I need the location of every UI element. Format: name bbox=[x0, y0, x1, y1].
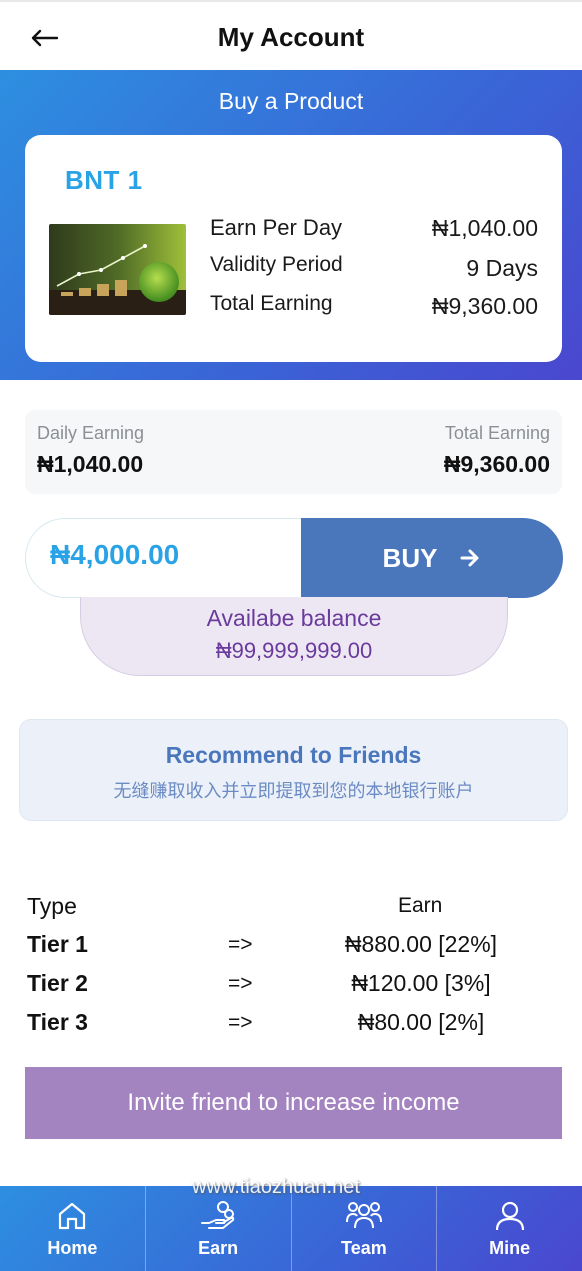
invite-friend-button[interactable]: Invite friend to increase income bbox=[25, 1067, 562, 1139]
nav-item-mine[interactable]: Mine bbox=[437, 1186, 582, 1271]
earn-per-day-label: Earn Per Day bbox=[210, 215, 343, 240]
tier-3-earn: ₦80.00 [2%] bbox=[357, 1009, 485, 1035]
page-title: My Account bbox=[217, 22, 365, 52]
nav-label-home: Home bbox=[47, 1238, 98, 1258]
earn-header: Earn bbox=[398, 894, 443, 917]
arrow-right-icon bbox=[460, 549, 479, 567]
tier-3-name: Tier 3 bbox=[27, 1009, 88, 1035]
hand-coins-icon bbox=[199, 1198, 237, 1234]
product-banner: Buy a Product BNT 1 Earn Per Day ₦1,040.… bbox=[0, 70, 582, 380]
tier-2-name: Tier 2 bbox=[27, 970, 88, 996]
product-name: BNT 1 bbox=[65, 165, 143, 195]
total-earning-summary-value: ₦9,360.00 bbox=[443, 451, 550, 477]
product-image bbox=[49, 224, 186, 315]
recommend-to-friends: Recommend to Friends 无缝赚取收入并立即提取到您的本地银行账… bbox=[19, 719, 568, 821]
buy-button-label: BUY bbox=[382, 542, 438, 573]
balance-value: ₦99,999,999.00 bbox=[215, 638, 373, 663]
app-header: My Account bbox=[0, 0, 582, 70]
total-earning-value: ₦9,360.00 bbox=[431, 293, 538, 319]
team-icon bbox=[345, 1198, 383, 1234]
validity-period-label: Validity Period bbox=[210, 253, 343, 276]
price-amount: ₦4,000.00 bbox=[50, 539, 180, 570]
growth-plant-icon bbox=[49, 224, 186, 315]
tier-2-earn: ₦120.00 [3%] bbox=[351, 970, 491, 996]
total-earning-label: Total Earning bbox=[210, 292, 333, 315]
tier-2-arrow: => bbox=[228, 972, 253, 995]
total-earning-summary-label: Total Earning bbox=[444, 423, 550, 443]
watermark: www.tiaozhuan.net bbox=[192, 1176, 360, 1198]
banner-title: Buy a Product bbox=[218, 88, 364, 114]
type-header: Type bbox=[27, 893, 77, 919]
tier-1-arrow: => bbox=[228, 933, 253, 956]
nav-item-home[interactable]: Home bbox=[0, 1186, 146, 1271]
tier-1-earn: ₦880.00 [22%] bbox=[344, 931, 498, 957]
product-card: BNT 1 Earn Per Day ₦1,040.00 Validity Pe… bbox=[25, 135, 562, 362]
tier-1-name: Tier 1 bbox=[27, 931, 88, 957]
recommend-title: Recommend to Friends bbox=[165, 742, 422, 768]
daily-earning-value: ₦1,040.00 bbox=[37, 451, 144, 477]
buy-button[interactable]: BUY bbox=[301, 518, 563, 598]
earn-per-day-value: ₦1,040.00 bbox=[431, 215, 538, 241]
tier-3-arrow: => bbox=[228, 1011, 253, 1034]
user-icon bbox=[493, 1198, 527, 1234]
buy-bar: ₦4,000.00 BUY bbox=[25, 518, 563, 598]
available-balance: Availabe balance ₦99,999,999.00 bbox=[80, 597, 508, 676]
balance-label: Availabe balance bbox=[206, 605, 382, 631]
home-icon bbox=[55, 1198, 89, 1234]
nav-label-earn: Earn bbox=[198, 1238, 239, 1258]
validity-period-value: 9 Days bbox=[466, 255, 538, 281]
recommend-subtitle: 无缝赚取收入并立即提取到您的本地银行账户 bbox=[113, 781, 474, 802]
nav-label-team: Team bbox=[341, 1238, 387, 1258]
daily-earning-label: Daily Earning bbox=[37, 423, 145, 443]
nav-label-mine: Mine bbox=[489, 1238, 531, 1258]
earnings-summary: Daily Earning ₦1,040.00 Total Earning ₦9… bbox=[25, 410, 562, 494]
